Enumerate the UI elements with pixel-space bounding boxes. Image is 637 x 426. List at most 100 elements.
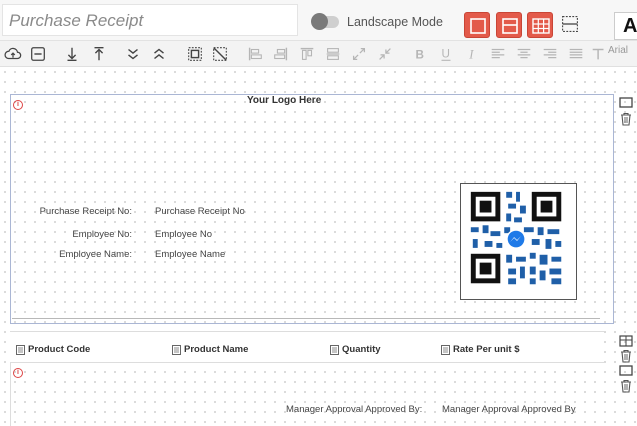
font-family-select[interactable]: Arial [608,45,628,56]
align-top-edge-icon [300,47,314,60]
footer-frame-button[interactable] [619,364,633,378]
expand-button[interactable] [349,44,369,64]
column-label: Quantity [342,344,381,355]
header-band-icon [502,18,518,34]
text-justify-button[interactable] [566,44,586,64]
frame-icon [619,97,633,108]
compress-button[interactable] [375,44,395,64]
column-marker-icon [16,344,25,355]
text-size-button[interactable] [589,44,609,64]
underline-button[interactable]: U [436,44,456,64]
text-align-left-button[interactable] [488,44,508,64]
landscape-label: Landscape Mode [347,15,443,29]
employee-name-label[interactable]: Employee Name: [12,249,132,260]
delete-footer-band-button[interactable] [619,379,633,393]
column-rate-per-unit[interactable]: Rate Per unit $ [441,344,520,355]
trash-icon [621,379,631,393]
logo-placeholder[interactable]: Your Logo Here [247,95,321,106]
column-label: Rate Per unit $ [453,344,520,355]
svg-text:B: B [416,49,424,62]
band-info-icon[interactable]: i [13,100,23,110]
footer-info-icon[interactable]: i [13,368,23,378]
expand-icon [352,47,366,61]
arrow-up-icon [94,47,104,61]
column-label: Product Name [184,344,249,355]
align-right-button[interactable] [271,44,291,64]
frame-icon [619,365,633,376]
layout-split-button[interactable] [558,12,582,38]
layout-single-button[interactable] [464,12,490,38]
move-up-button[interactable] [89,44,109,64]
table-icon [619,335,633,347]
compress-icon [379,48,391,60]
format-toolbar: B U I [0,41,637,67]
upload-icon [4,47,22,60]
bold-icon: B [416,49,424,62]
approval-label[interactable]: Manager Approval Approved By: [286,404,422,415]
align-middle-button[interactable] [323,44,343,64]
title-bar: Purchase Receipt Landscape Mode A [0,0,637,41]
column-header-band[interactable]: Product Code Product Name Quantity Rate … [10,331,604,363]
report-title-input[interactable]: Purchase Receipt [2,4,298,36]
text-justify-icon [569,48,583,59]
receipt-no-value[interactable]: Purchase Receipt No [155,206,245,217]
grid-icon [532,18,550,34]
text-align-left-icon [491,48,505,59]
send-to-back-button[interactable] [123,44,143,64]
table-settings-button[interactable] [619,334,633,348]
text-align-right-icon [543,48,557,59]
column-product-name[interactable]: Product Name [172,344,248,355]
bold-button[interactable]: B [410,44,430,64]
italic-icon: I [468,48,474,62]
font-settings-button[interactable]: A [614,12,637,40]
column-marker-icon [441,344,450,355]
band-frame-button[interactable] [619,96,633,110]
delete-column-band-button[interactable] [619,349,633,363]
upload-button[interactable] [3,44,23,64]
double-chevron-up-icon [154,48,164,60]
move-down-button[interactable] [62,44,82,64]
align-right-edge-icon [274,47,288,61]
band-separator [12,318,600,319]
layout-header-button[interactable] [496,12,522,38]
employee-no-label[interactable]: Employee No: [12,229,132,240]
trash-icon [621,349,631,363]
column-product-code[interactable]: Product Code [16,344,90,355]
deselect-box-icon [213,47,227,61]
split-horizontal-icon [562,16,578,32]
landscape-toggle[interactable] [311,13,339,30]
align-middle-icon [326,48,340,60]
employee-no-value[interactable]: Employee No [155,229,212,240]
text-size-icon [592,48,604,60]
approval-value[interactable]: Manager Approval Approved By [442,404,576,415]
report-canvas: i Your Logo Here Purchase Receipt No: Pu… [0,67,637,426]
svg-text:U: U [442,48,450,61]
bring-to-front-button[interactable] [149,44,169,64]
align-left-edge-icon [248,47,262,61]
qr-code[interactable] [460,183,577,300]
italic-button[interactable]: I [462,44,482,64]
delete-header-band-button[interactable] [619,112,633,126]
receipt-no-label[interactable]: Purchase Receipt No: [12,206,132,217]
select-all-button[interactable] [185,44,205,64]
text-align-right-button[interactable] [540,44,560,64]
underline-icon: U [441,48,451,61]
qr-code-icon [470,191,562,285]
column-marker-icon [330,344,339,355]
column-marker-icon [172,344,181,355]
employee-name-value[interactable]: Employee Name [155,249,225,260]
minus-box-icon [31,47,45,61]
svg-text:I: I [468,48,474,62]
double-chevron-down-icon [128,48,138,60]
column-label: Product Code [28,344,91,355]
text-align-center-button[interactable] [514,44,534,64]
column-quantity[interactable]: Quantity [330,344,381,355]
layout-grid-button[interactable] [527,12,553,38]
align-left-button[interactable] [245,44,265,64]
deselect-button[interactable] [210,44,230,64]
remove-band-button[interactable] [28,44,48,64]
arrow-down-icon [67,47,77,61]
align-top-button[interactable] [297,44,317,64]
footer-band[interactable] [10,363,604,426]
text-align-center-icon [517,48,531,59]
